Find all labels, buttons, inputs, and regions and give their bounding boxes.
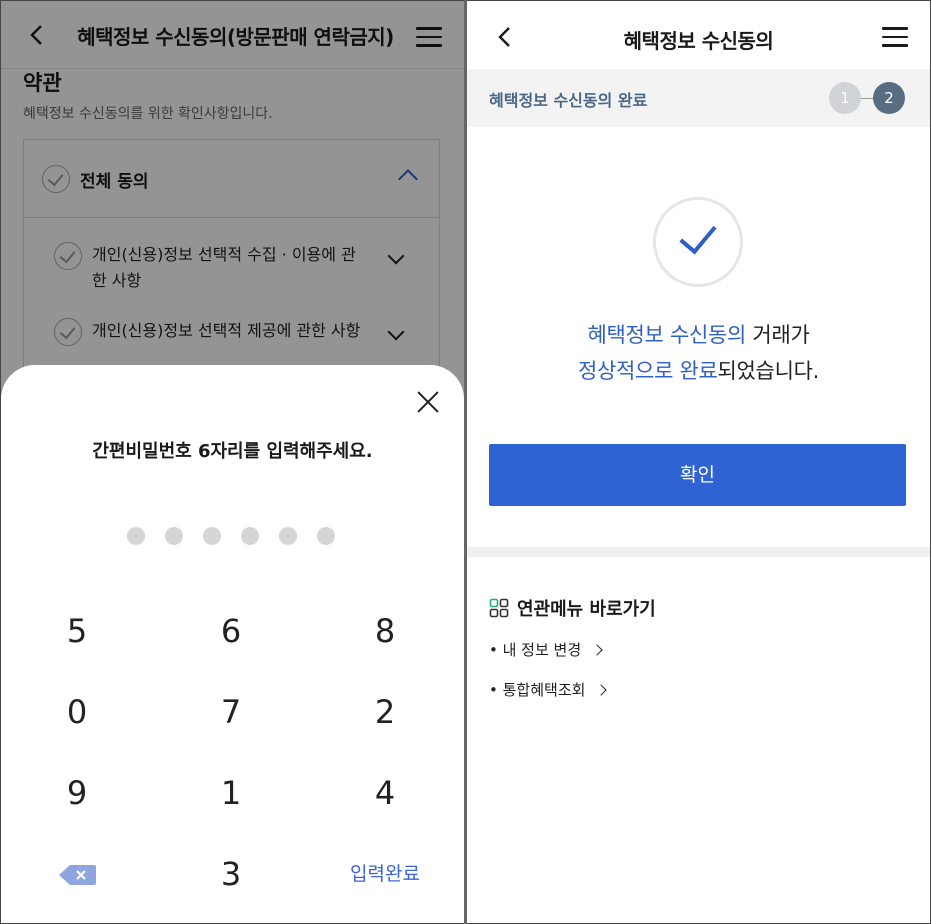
pin-bottom-sheet: 간편비밀번호 6자리를 입력해주세요. 5 6 8 0 7 2 9 1 4 3 … [1, 365, 464, 923]
step-2-badge: 2 [873, 82, 905, 114]
keypad-key[interactable]: 3 [181, 844, 281, 904]
step-label: 혜택정보 수신동의 완료 [489, 91, 648, 110]
pin-prompt: 간편비밀번호 6자리를 입력해주세요. [92, 441, 373, 462]
hamburger-menu-icon[interactable] [882, 27, 908, 47]
chevron-right-icon [595, 684, 608, 696]
section-divider [467, 547, 930, 557]
keypad-key[interactable]: 7 [181, 682, 281, 742]
completion-message-line2: 정상적으로 완료되었습니다. [578, 359, 819, 383]
keypad-key[interactable]: 0 [27, 682, 127, 742]
input-done-button[interactable]: 입력완료 [335, 844, 435, 904]
link-edit-my-info[interactable]: • 내 정보 변경 [489, 639, 603, 660]
keypad-key[interactable]: 1 [181, 763, 281, 823]
confirm-button[interactable]: 확인 [489, 444, 906, 506]
completion-message-line1: 혜택정보 수신동의 거래가 [587, 323, 810, 347]
keypad-key[interactable]: 4 [335, 763, 435, 823]
close-icon[interactable] [416, 390, 440, 414]
keypad-key[interactable]: 9 [27, 763, 127, 823]
pin-dot [127, 527, 145, 545]
keypad-key[interactable]: 6 [181, 601, 281, 661]
checkmark-icon [653, 197, 743, 287]
related-menu-icon [489, 598, 509, 618]
pin-dot [241, 527, 259, 545]
pin-dots [127, 527, 335, 545]
left-screen: 혜택정보 수신동의(방문판매 연락금지) 약관 혜택정보 수신동의를 위한 확인… [1, 1, 464, 923]
keypad-key[interactable]: 2 [335, 682, 435, 742]
link-benefit-inquiry[interactable]: • 통합혜택조회 [489, 679, 608, 700]
step-1-badge: 1 [829, 82, 861, 114]
step-indicator-bar: 혜택정보 수신동의 완료 1 2 [467, 69, 930, 127]
chevron-right-icon [591, 644, 603, 656]
pin-dot [165, 527, 183, 545]
keypad-key[interactable]: 5 [27, 601, 127, 661]
keypad-key[interactable]: 8 [335, 601, 435, 661]
right-screen: 혜택정보 수신동의 혜택정보 수신동의 완료 1 2 혜택정보 수신동의 거래가… [467, 1, 930, 923]
backspace-icon[interactable] [58, 863, 98, 887]
page-title: 혜택정보 수신동의 [623, 29, 774, 53]
pin-dot [317, 527, 335, 545]
pin-dot [203, 527, 221, 545]
pin-dot [279, 527, 297, 545]
related-menu-title: 연관메뉴 바로가기 [517, 599, 656, 620]
